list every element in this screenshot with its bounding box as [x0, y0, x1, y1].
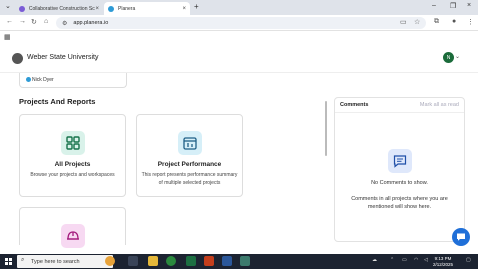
avatar[interactable]: N	[443, 52, 454, 63]
card-title: All Projects	[54, 161, 91, 168]
close-tab-icon[interactable]: ×	[182, 6, 186, 12]
chrome-icon[interactable]	[166, 256, 176, 266]
browser-menu-icon[interactable]: ⋮	[467, 18, 474, 26]
empty-state-title: No Comments to show.	[371, 180, 428, 186]
reload-icon[interactable]: ↻	[31, 18, 37, 26]
show-hidden-icons[interactable]: ⌃	[390, 257, 394, 263]
card-description: This report presents performance summary…	[141, 172, 238, 186]
home-icon[interactable]: ⌂	[44, 18, 48, 25]
university-logo-icon	[12, 53, 23, 64]
card-title: Project Performance	[157, 161, 222, 168]
third-report-card[interactable]	[19, 207, 126, 248]
divider	[335, 112, 464, 113]
org-name[interactable]: Weber State University	[27, 54, 98, 61]
mark-all-read-link[interactable]: Mark all as read	[420, 102, 459, 108]
hard-hat-icon	[60, 224, 85, 248]
tab-label: Planera	[118, 5, 136, 12]
comments-title: Comments	[340, 102, 369, 108]
weather-tray-icon[interactable]: ☁	[372, 257, 377, 263]
bookmark-star-icon[interactable]: ☆	[414, 18, 420, 26]
address-bar-row: ← → ↻ ⌂ ⚙ app.planera.io ▭ ☆ ⧉ ● ⋮	[0, 15, 478, 31]
tab-planera[interactable]: Planera ×	[104, 2, 190, 15]
minimize-icon[interactable]: –	[432, 2, 436, 9]
comments-panel: Comments Mark all as read No Comments to…	[334, 97, 465, 242]
url-text: app.planera.io	[73, 20, 109, 26]
grid-icon	[60, 131, 85, 155]
tab-search-icon[interactable]: ⌄	[5, 2, 11, 10]
task-view-icon[interactable]	[128, 256, 138, 266]
chat-button[interactable]	[452, 228, 470, 246]
planera-favicon-icon	[108, 5, 114, 12]
powerpoint-icon[interactable]	[204, 256, 214, 266]
search-placeholder: Type here to search	[31, 258, 80, 265]
wifi-icon[interactable]: ◠	[414, 257, 418, 263]
chat-icon	[457, 233, 465, 241]
notifications-icon[interactable]: ▢	[466, 257, 471, 263]
volume-icon[interactable]: ◁	[424, 257, 428, 263]
extensions-icon[interactable]: ⧉	[434, 18, 439, 26]
empty-state-hint: Comments in all projects where you are m…	[351, 196, 448, 210]
profile-icon[interactable]: ●	[452, 18, 456, 25]
maximize-icon[interactable]: ❐	[450, 2, 456, 10]
close-tab-icon[interactable]: ×	[95, 6, 99, 12]
chevron-down-icon[interactable]: ⌄	[93, 54, 99, 62]
comment-icon	[388, 149, 412, 173]
scrollbar[interactable]	[325, 101, 327, 156]
taskbar: ⌕ Type here to search ☁ ⌃ ▭ ◠ ◁ 9:13 PM …	[0, 254, 478, 269]
back-icon[interactable]: ←	[6, 18, 13, 25]
new-tab-button[interactable]: +	[194, 2, 199, 11]
weather-icon[interactable]	[105, 256, 115, 266]
cast-icon[interactable]: ▭	[400, 18, 407, 26]
site-info-icon[interactable]: ⚙	[62, 20, 67, 27]
taskbar-search-input[interactable]: ⌕ Type here to search	[17, 255, 113, 268]
person-name: Nick Dyer	[32, 77, 54, 83]
clock[interactable]: 9:13 PM 2/12/2025	[433, 256, 453, 267]
card-description: Browse your projects and workspaces	[30, 172, 115, 178]
previous-card[interactable]: Nick Dyer	[19, 73, 127, 88]
apps-grid-icon[interactable]: ▦	[4, 33, 11, 41]
tab-label: Collaborative Construction Sch	[28, 5, 96, 12]
chevron-down-icon[interactable]: ⌄	[455, 53, 460, 60]
excel-icon[interactable]	[186, 256, 196, 266]
url-input[interactable]: ⚙ app.planera.io	[56, 17, 426, 29]
app-icon[interactable]	[240, 256, 250, 266]
close-window-icon[interactable]: ×	[467, 2, 471, 9]
project-performance-card[interactable]: Project Performance This report presents…	[136, 114, 243, 197]
tab-collaborative-construction[interactable]: Collaborative Construction Sch ×	[15, 2, 103, 15]
file-explorer-icon[interactable]	[148, 256, 158, 266]
calendar-report-icon	[177, 131, 202, 155]
app-header: Weber State University ⌄ N ⌄	[0, 43, 478, 73]
browser-tab-strip: ⌄ Collaborative Construction Sch × Plane…	[0, 0, 478, 15]
forward-icon[interactable]: →	[19, 18, 26, 25]
network-icon[interactable]: ▭	[402, 257, 407, 263]
clock-time: 9:13 PM	[434, 256, 452, 261]
all-projects-card[interactable]: All Projects Browse your projects and wo…	[19, 114, 126, 197]
windows-start-icon[interactable]	[5, 258, 12, 265]
person-avatar-icon	[26, 77, 31, 82]
clock-date: 2/12/2025	[433, 261, 454, 267]
word-icon[interactable]	[222, 256, 232, 266]
site-favicon-icon	[19, 5, 25, 12]
section-title: Projects And Reports	[19, 97, 96, 106]
search-icon: ⌕	[21, 257, 25, 263]
